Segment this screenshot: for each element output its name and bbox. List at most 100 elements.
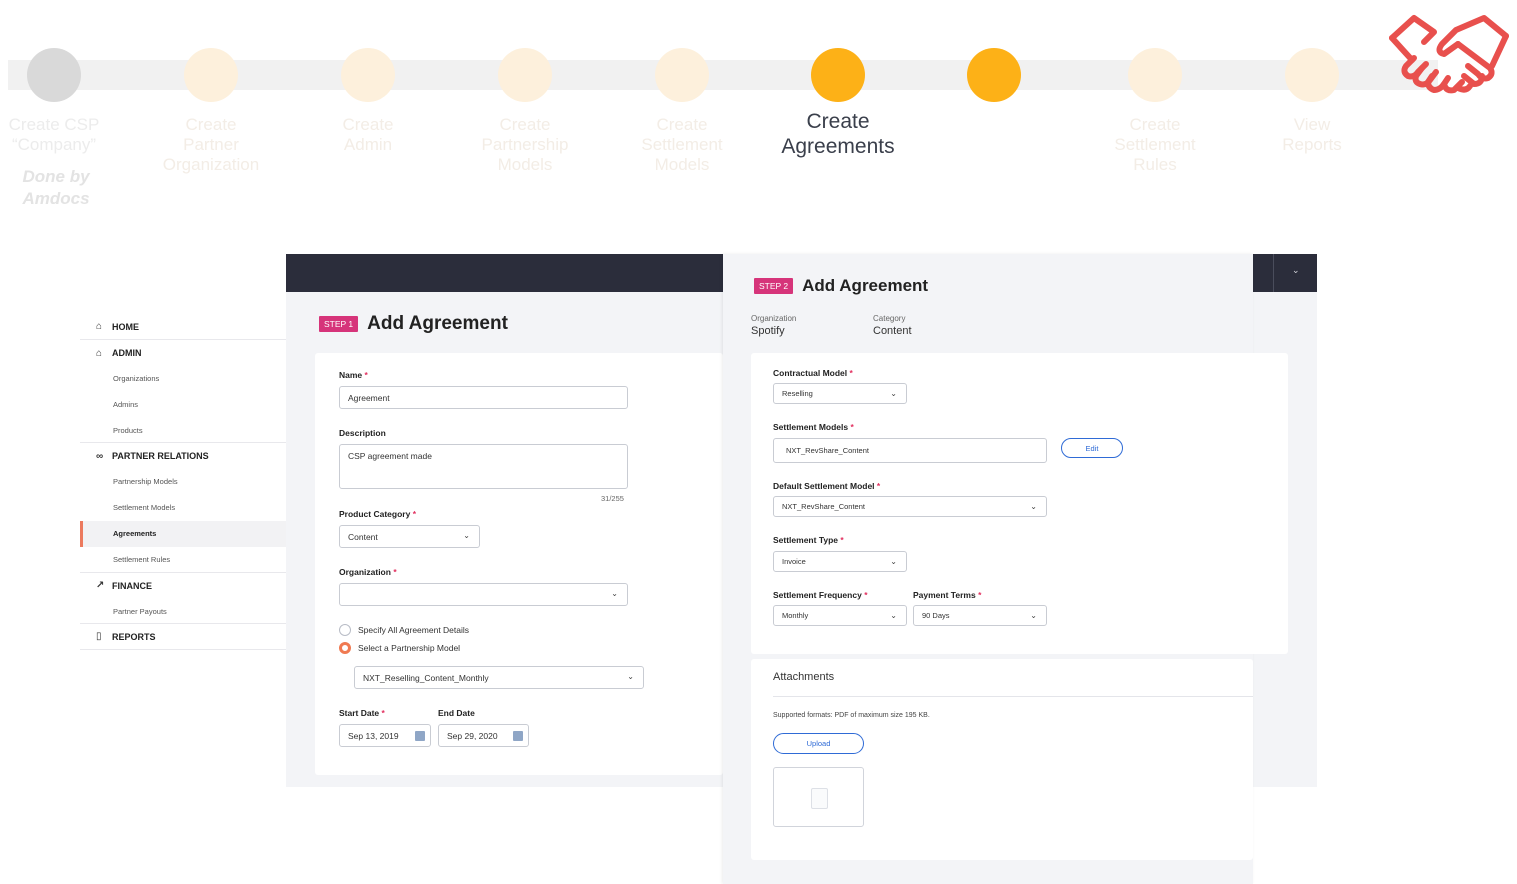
settlement-type-label-text: Settlement Type xyxy=(773,535,839,545)
user-menu-chevron-icon[interactable]: ⌄ xyxy=(1292,265,1300,276)
contractual-model-label: Contractual Model * xyxy=(773,368,853,378)
required-mark: * xyxy=(393,567,397,577)
product-category-select[interactable]: Content ⌄ xyxy=(339,525,480,548)
upload-button[interactable]: Upload xyxy=(773,733,864,754)
radio-button-selected[interactable] xyxy=(339,642,351,654)
chevron-down-icon: ⌄ xyxy=(627,672,634,681)
organization-meta-value: Spotify xyxy=(751,325,785,337)
required-mark: * xyxy=(978,590,982,600)
name-label: Name * xyxy=(339,370,368,380)
required-mark: * xyxy=(381,708,385,718)
contractual-model-select[interactable]: Reselling ⌄ xyxy=(773,383,907,404)
partnership-model-value: NXT_Reselling_Content_Monthly xyxy=(363,672,489,683)
chevron-down-icon: ⌄ xyxy=(890,389,897,398)
progress-step-dot xyxy=(1285,48,1339,102)
radio-select-label: Select a Partnership Model xyxy=(358,643,461,653)
sidebar-finance[interactable]: ↗ FINANCE xyxy=(80,573,286,599)
end-date-input[interactable]: Sep 29, 2020 xyxy=(438,724,529,747)
progress-step: Create Partner Organization xyxy=(131,48,291,175)
chevron-down-icon: ⌄ xyxy=(890,611,897,620)
sidebar-finance-label: FINANCE xyxy=(112,580,152,591)
progress-step-dot xyxy=(498,48,552,102)
name-label-text: Name xyxy=(339,370,363,380)
sidebar-partner-relations[interactable]: ∞ PARTNER RELATIONS xyxy=(80,443,286,469)
settlement-frequency-select[interactable]: Monthly ⌄ xyxy=(773,605,907,626)
handshake-icon xyxy=(1389,15,1509,94)
sidebar-item-partnership-models[interactable]: Partnership Models xyxy=(80,469,286,495)
calendar-icon[interactable] xyxy=(415,731,425,741)
progress-step-label: Create Admin xyxy=(342,115,394,154)
step1-badge: STEP 1 xyxy=(319,316,359,332)
attachments-note: Supported formats: PDF of maximum size 1… xyxy=(773,712,930,719)
calendar-icon[interactable] xyxy=(513,731,523,741)
category-meta-key: Category xyxy=(873,314,906,323)
sidebar-item-agreements[interactable]: Agreements xyxy=(80,520,286,547)
sidebar-item-settlement-rules[interactable]: Settlement Rules xyxy=(80,547,286,573)
progress-step: Create Partnership Models xyxy=(445,48,605,175)
settlement-type-value: Invoice xyxy=(782,557,806,566)
sidebar: ⌂ HOME ⌂ ADMIN Organizations Admins Produc… xyxy=(80,314,286,651)
done-by-note: Done by Amdocs xyxy=(22,167,90,208)
default-settlement-model-value: NXT_RevShare_Content xyxy=(782,502,865,511)
radio-specify-label: Specify All Agreement Details xyxy=(358,625,470,635)
name-input[interactable]: Agreement xyxy=(339,386,628,409)
radio-button[interactable] xyxy=(339,624,351,636)
attachments-card xyxy=(751,659,1253,860)
sidebar-item-products[interactable]: Products xyxy=(80,418,286,444)
progress-step: Create Agreements xyxy=(758,48,918,159)
partner-relations-icon: ∞ xyxy=(96,450,104,462)
sidebar-reports[interactable]: ▯ REPORTS xyxy=(80,624,286,651)
payment-terms-value: 90 Days xyxy=(922,611,950,620)
progress-step-dot xyxy=(811,48,865,102)
name-input-value: Agreement xyxy=(348,392,390,403)
start-date-value: Sep 13, 2019 xyxy=(348,730,399,741)
top-bar-separator xyxy=(1273,254,1274,292)
required-mark: * xyxy=(412,509,417,519)
description-label: Description xyxy=(339,428,386,438)
progress-step: View Reports xyxy=(1232,48,1392,155)
sidebar-home[interactable]: ⌂ HOME xyxy=(80,314,286,340)
progress-step-label: Create Partnership Models xyxy=(481,115,569,174)
sidebar-partner-relations-label: PARTNER RELATIONS xyxy=(112,451,209,462)
sidebar-item-admins[interactable]: Admins xyxy=(80,392,286,418)
default-settlement-model-select[interactable]: NXT_RevShare_Content ⌄ xyxy=(773,496,1047,517)
progress-step xyxy=(914,48,1074,115)
progress-step: Create Settlement Models xyxy=(602,48,762,175)
progress-step: Create Admin xyxy=(288,48,448,155)
radio-select-partnership-model[interactable]: Select a Partnership Model xyxy=(339,642,460,654)
category-meta-value: Content xyxy=(873,325,912,337)
product-category-label-text: Product Category xyxy=(339,509,411,519)
progress-step-label: Create Settlement Rules xyxy=(1114,115,1196,174)
organization-select[interactable]: ⌄ xyxy=(339,583,628,606)
organization-label: Organization * xyxy=(339,567,397,577)
chevron-down-icon: ⌄ xyxy=(1030,502,1037,511)
sidebar-item-settlement-models[interactable]: Settlement Models xyxy=(80,495,286,521)
partnership-model-select[interactable]: NXT_Reselling_Content_Monthly ⌄ xyxy=(354,666,644,689)
required-mark: * xyxy=(840,535,844,545)
required-mark: * xyxy=(849,368,853,378)
payment-terms-label: Payment Terms * xyxy=(913,590,981,600)
progress-step-dot xyxy=(1128,48,1182,102)
default-settlement-model-label-text: Default Settlement Model xyxy=(773,481,875,491)
sidebar-admin[interactable]: ⌂ ADMIN xyxy=(80,340,286,366)
sidebar-item-partner-payouts[interactable]: Partner Payouts xyxy=(80,599,286,625)
sidebar-reports-label: REPORTS xyxy=(112,631,156,642)
settlement-type-select[interactable]: Invoice ⌄ xyxy=(773,551,907,572)
description-textarea[interactable]: CSP agreement made xyxy=(339,444,628,489)
contractual-model-label-text: Contractual Model xyxy=(773,368,848,378)
admin-icon: ⌂ xyxy=(96,347,103,359)
step1-title: Add Agreement xyxy=(367,313,508,334)
file-drop-zone[interactable] xyxy=(773,767,864,827)
chevron-down-icon: ⌄ xyxy=(890,557,897,566)
radio-specify-details[interactable]: Specify All Agreement Details xyxy=(339,624,469,636)
end-date-value: Sep 29, 2020 xyxy=(447,730,498,741)
settlement-models-input[interactable]: NXT_RevShare_Content xyxy=(773,438,1047,463)
settlement-frequency-label: Settlement Frequency * xyxy=(773,590,868,600)
start-date-input[interactable]: Sep 13, 2019 xyxy=(339,724,431,747)
required-mark: * xyxy=(850,422,854,432)
settlement-models-label-text: Settlement Models xyxy=(773,422,849,432)
sidebar-item-organizations[interactable]: Organizations xyxy=(80,366,286,392)
description-value: CSP agreement made xyxy=(348,451,432,461)
edit-button[interactable]: Edit xyxy=(1061,438,1123,458)
payment-terms-select[interactable]: 90 Days ⌄ xyxy=(913,605,1047,626)
